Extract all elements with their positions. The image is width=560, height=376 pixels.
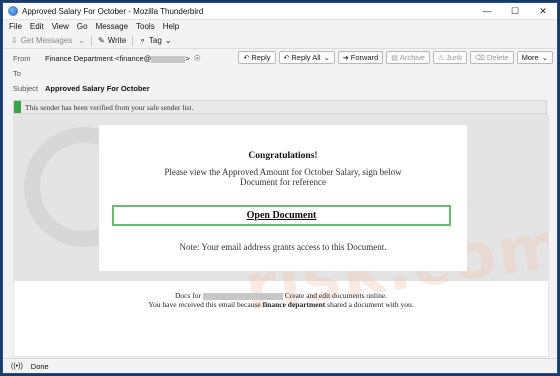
to-row: To [3,66,557,81]
status-text: Done [30,361,49,371]
trash-icon: ⌫ [475,54,485,62]
footer-line-2: You have received this email because fin… [14,300,548,309]
footer-text-a: You have received this email because [148,300,261,309]
thunderbird-icon [8,6,18,16]
close-icon[interactable]: ✕ [529,3,557,19]
forward-icon: ➜ [342,54,349,62]
pencil-icon: ✎ [97,36,105,45]
redacted-block [202,292,283,300]
reply-button[interactable]: ↶ Reply [238,51,276,64]
reply-icon: ↶ [243,54,250,62]
from-address-end: > [185,54,190,63]
maximize-icon[interactable]: ☐ [501,3,529,19]
notice-text: This sender has been verified from your … [25,102,194,112]
message-body: risk.com Congratulations! Please view th… [13,114,549,357]
reply-all-icon: ↶ [283,54,290,62]
from-value[interactable]: Finance Department <finance@ > [45,54,190,63]
footer-suffix: Create and edit documents online. [284,291,388,300]
footer-text-b: shared a document with you. [327,300,414,309]
menu-view[interactable]: View [52,22,69,31]
open-document-label: Open Document [246,210,317,221]
email-note: Note: Your email address grants access t… [179,242,387,252]
footer-sender: finance department [262,300,326,309]
menu-bar: File Edit View Go Message Tools Help [3,20,557,33]
from-address: Finance Department <finance@ [45,54,152,63]
open-document-button[interactable]: Open Document [112,205,451,226]
title-bar: Approved Salary For October - Mozilla Th… [3,3,557,20]
from-row: From Finance Department <finance@ > ☉ ↶ Re… [3,51,557,66]
subject-row: Subject Approved Salary For October [3,81,557,96]
menu-file[interactable]: File [9,22,22,31]
delete-label: Delete [486,53,509,62]
more-label: More [521,53,539,62]
contact-icon[interactable]: ☉ [194,54,201,63]
thunderbird-window: Approved Salary For October - Mozilla Th… [2,2,558,374]
chevron-down-icon: ⌄ [323,53,330,62]
menu-go[interactable]: Go [77,22,88,31]
toolbar-separator [90,35,92,46]
subject-label: Subject [13,84,39,93]
menu-edit[interactable]: Edit [30,22,44,31]
tag-button[interactable]: ⚬ Tag ⌄ [139,36,174,45]
redacted-block [151,55,186,63]
reply-label: Reply [251,53,271,62]
junk-icon: ⚠ [437,54,445,62]
menu-help[interactable]: Help [163,22,179,31]
window-title: Approved Salary For October - Mozilla Th… [22,6,204,16]
main-toolbar: ⇩ Get Messages ⌄ ✎ Write ⚬ Tag ⌄ [3,33,557,49]
wifi-activity-icon: ((•)) [11,362,23,370]
write-button[interactable]: ✎ Write [98,36,126,45]
to-label: To [13,69,21,78]
forward-button[interactable]: ➜ Forward [337,51,384,64]
delete-button[interactable]: ⌫ Delete [470,51,514,64]
window-controls: — ☐ ✕ [473,3,557,19]
archive-label: Archive [399,53,425,62]
toolbar-separator [132,35,134,46]
email-heading: Congratulations! [248,151,318,161]
email-message: Please view the Approved Amount for Octo… [99,167,467,187]
junk-button[interactable]: ⚠ Junk [432,51,468,64]
tag-icon: ⚬ [139,36,146,45]
tag-label: Tag [148,36,162,45]
minimize-icon[interactable]: — [473,3,501,19]
reply-all-button[interactable]: ↶ Reply All ⌄ [278,51,335,64]
menu-message[interactable]: Message [96,22,128,31]
menu-tools[interactable]: Tools [136,22,155,31]
archive-icon: ▤ [391,54,398,62]
footer-line-1: Docs for Create and edit documents onlin… [14,291,548,300]
subject-value: Approved Salary For October [45,84,150,93]
email-footer: Docs for Create and edit documents onlin… [14,291,548,309]
forward-label: Forward [350,53,379,62]
message-header: From Finance Department <finance@ > ☉ ↶ Re… [3,49,557,97]
email-card: Congratulations! Please view the Approve… [99,125,467,271]
more-button[interactable]: More ⌄ [516,51,553,64]
message-actions: ↶ Reply ↶ Reply All ⌄ ➜ Forward ▤ Archive ⚠ Ju… [235,51,553,64]
from-label: From [13,54,31,63]
notice-status-bar [14,101,21,113]
chevron-down-icon: ⌄ [541,53,548,62]
footer-prefix: Docs for [174,291,202,300]
safe-sender-notice: This sender has been verified from your … [13,100,547,114]
email-line-1: Please view the Approved Amount for Octo… [164,167,402,177]
get-messages-label: Get Messages [20,36,73,45]
chevron-down-icon: ⌄ [164,36,172,45]
email-line-2: Document for reference [240,177,326,187]
chevron-down-icon[interactable]: ⌄ [78,36,85,45]
junk-label: Junk [446,53,463,62]
get-messages-button[interactable]: ⇩ Get Messages [11,36,72,45]
status-bar: ((•)) Done [3,358,557,373]
archive-button[interactable]: ▤ Archive [386,51,430,64]
download-icon: ⇩ [11,36,18,45]
write-label: Write [107,36,127,45]
reply-all-label: Reply All [291,53,321,62]
